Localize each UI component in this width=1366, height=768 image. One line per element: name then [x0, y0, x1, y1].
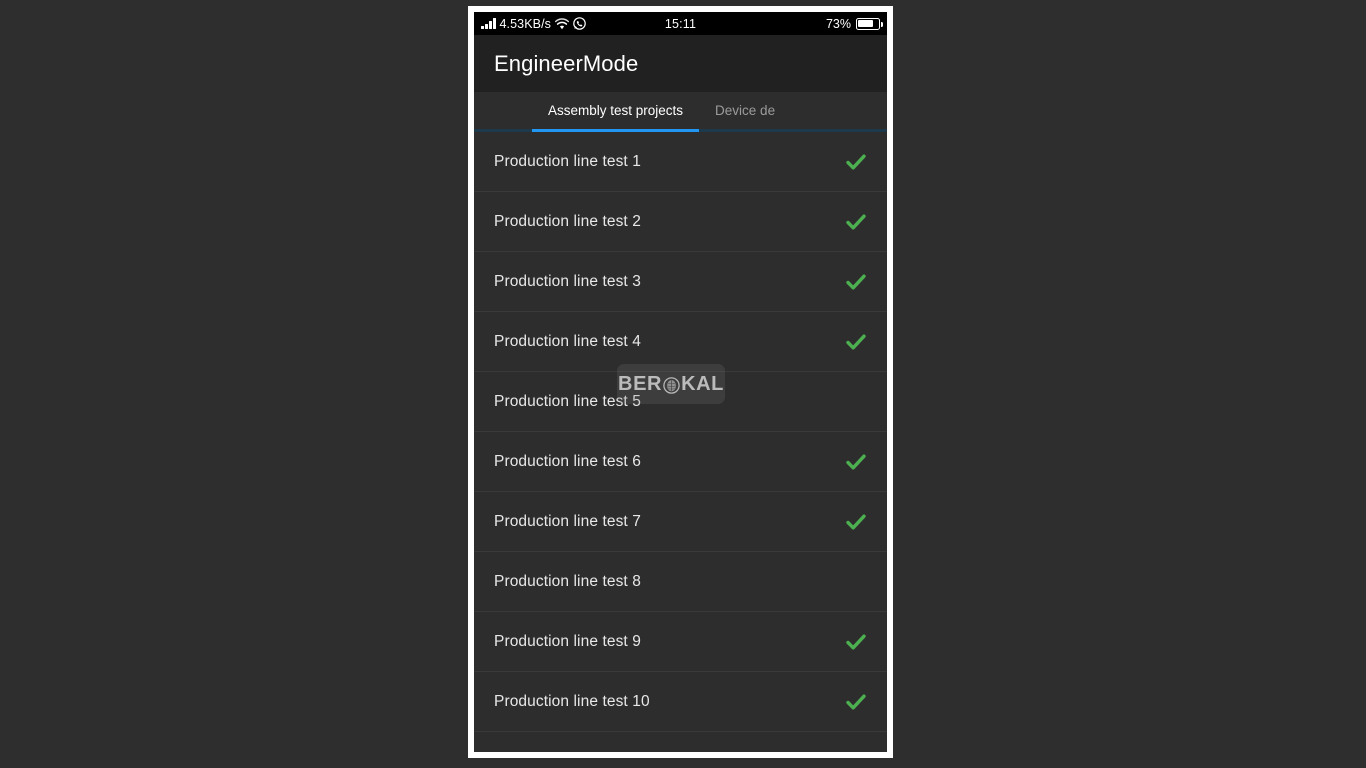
list-item-label: Production line test 7: [494, 512, 641, 530]
list-item-label: Production line test 9: [494, 632, 641, 650]
list-item[interactable]: Production line test 5: [474, 372, 887, 432]
status-bar-left: 4.53KB/s: [481, 17, 586, 31]
list-item-label: Production line test 5: [494, 392, 641, 410]
list-item-label: Production line test 2: [494, 212, 641, 230]
wifi-icon: [554, 17, 570, 30]
status-bar-right: 73%: [825, 16, 883, 31]
list-item-label: Production line test 10: [494, 692, 650, 710]
whatsapp-icon: [573, 17, 586, 30]
tab-device-debugging[interactable]: Device de: [699, 92, 791, 129]
list-item[interactable]: Production line test 8: [474, 552, 887, 612]
list-item[interactable]: [474, 732, 887, 749]
tab-label: Device de: [715, 103, 776, 118]
phone-screen: 4.53KB/s 15:11 73% EngineerMode Assembly…: [474, 12, 887, 752]
test-list[interactable]: Production line test 1 Production line t…: [474, 132, 887, 749]
check-icon: [845, 631, 867, 653]
list-item[interactable]: Production line test 2: [474, 192, 887, 252]
page-title: EngineerMode: [494, 50, 639, 76]
tab-bar-leading-space: [474, 92, 532, 129]
list-item-label: Production line test 3: [494, 272, 641, 290]
tab-label: Assembly test projects: [548, 103, 684, 118]
list-item[interactable]: Production line test 10: [474, 672, 887, 732]
list-item[interactable]: Production line test 1: [474, 132, 887, 192]
phone-frame: 4.53KB/s 15:11 73% EngineerMode Assembly…: [468, 6, 893, 758]
list-item-label: Production line test 6: [494, 452, 641, 470]
list-item[interactable]: Production line test 7: [474, 492, 887, 552]
tab-assembly-test-projects[interactable]: Assembly test projects: [532, 92, 700, 132]
list-item-label: Production line test 1: [494, 152, 641, 170]
list-item[interactable]: Production line test 6: [474, 432, 887, 492]
check-icon: [845, 331, 867, 353]
check-icon: [845, 691, 867, 713]
list-item-label: Production line test 8: [494, 572, 641, 590]
check-icon: [845, 151, 867, 173]
list-item[interactable]: Production line test 9: [474, 612, 887, 672]
list-item[interactable]: Production line test 3: [474, 252, 887, 312]
check-icon: [845, 451, 867, 473]
network-speed-label: 4.53KB/s: [499, 16, 552, 31]
battery-icon: [856, 17, 883, 30]
app-bar: EngineerMode: [474, 35, 887, 92]
list-item-label: Production line test 4: [494, 332, 641, 350]
battery-percent-label: 73%: [825, 16, 851, 31]
check-icon: [845, 511, 867, 533]
tab-bar: Assembly test projects Device de: [474, 92, 887, 132]
status-bar: 4.53KB/s 15:11 73%: [474, 12, 887, 35]
check-icon: [845, 211, 867, 233]
check-icon: [845, 271, 867, 293]
signal-bars-icon: [481, 18, 496, 29]
list-item[interactable]: Production line test 4: [474, 312, 887, 372]
